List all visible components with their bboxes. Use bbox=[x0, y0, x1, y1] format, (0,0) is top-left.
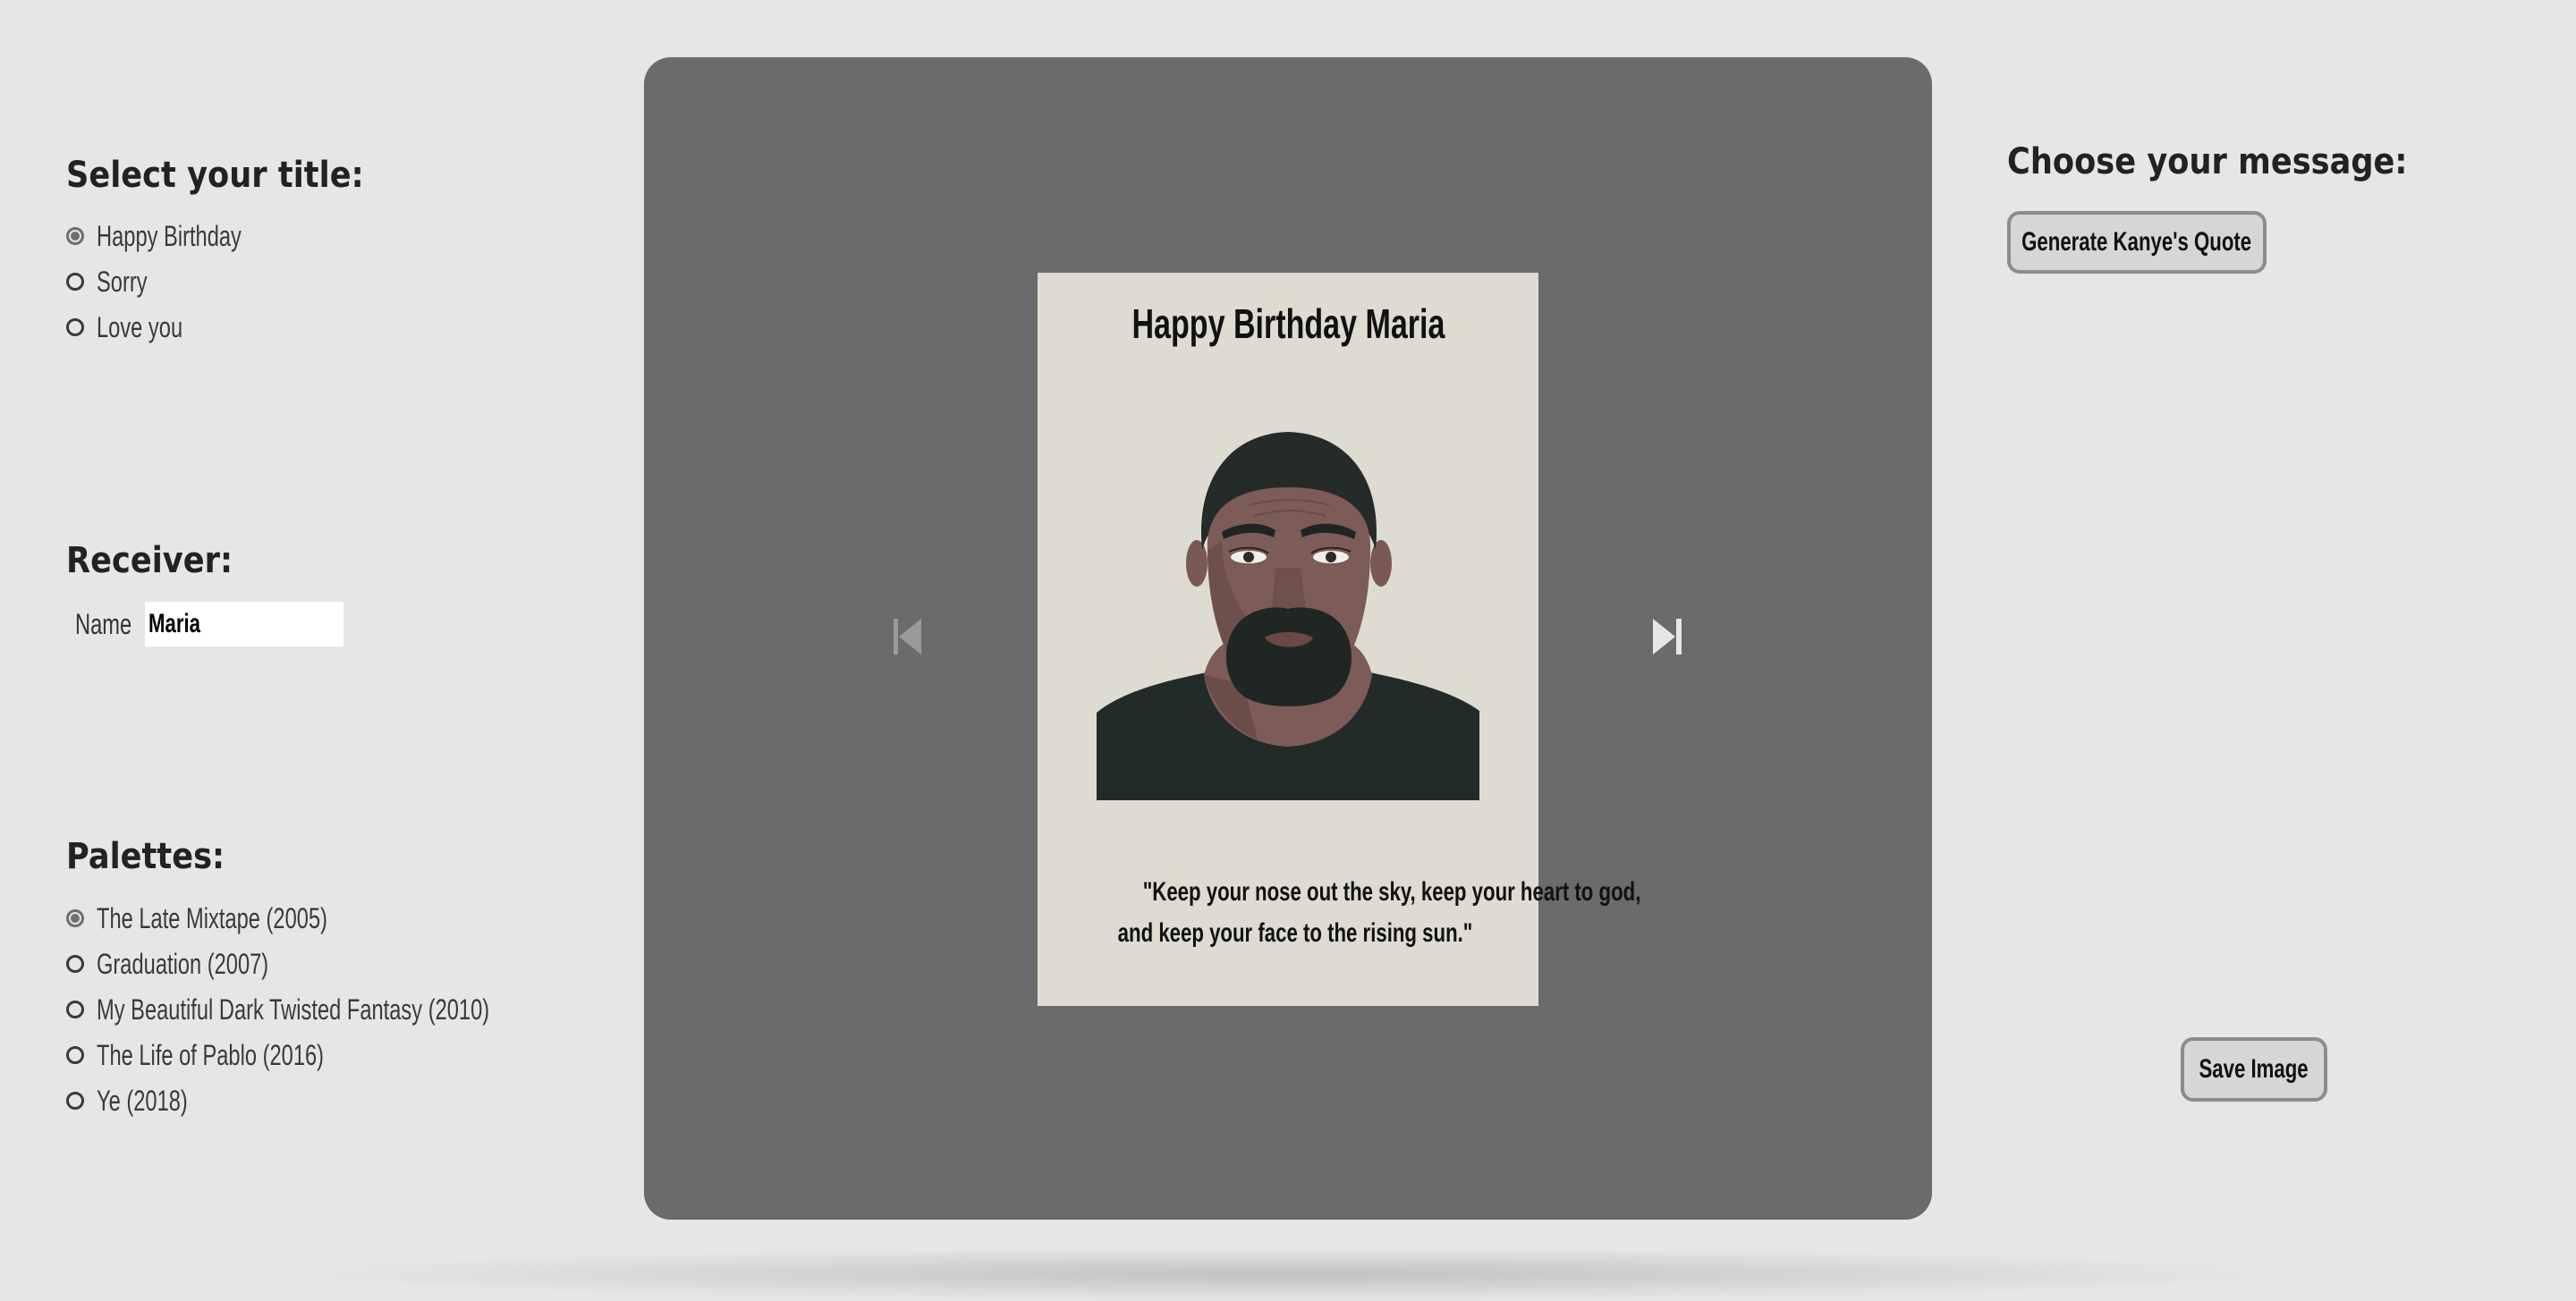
radio-button[interactable] bbox=[66, 1045, 84, 1064]
palette-option-graduation[interactable]: Graduation (2007) bbox=[66, 941, 627, 986]
radio-button[interactable] bbox=[66, 908, 84, 927]
title-option-happy-birthday[interactable]: Happy Birthday bbox=[66, 213, 292, 258]
title-section-heading: Select your title: bbox=[66, 155, 364, 196]
title-radio-group: Happy Birthday Sorry Love you bbox=[66, 213, 292, 350]
title-option-sorry[interactable]: Sorry bbox=[66, 258, 292, 304]
radio-label: The Late Mixtape (2005) bbox=[97, 901, 327, 934]
radio-label: Sorry bbox=[97, 265, 148, 298]
skip-next-icon bbox=[1653, 619, 1682, 655]
radio-button[interactable] bbox=[66, 1091, 84, 1110]
palette-option-life-of-pablo[interactable]: The Life of Pablo (2016) bbox=[66, 1032, 627, 1077]
radio-button[interactable] bbox=[66, 272, 84, 291]
next-card-button[interactable] bbox=[1649, 617, 1685, 656]
receiver-name-input[interactable]: Maria bbox=[145, 602, 343, 646]
palette-option-late-mixtape[interactable]: The Late Mixtape (2005) bbox=[66, 895, 627, 941]
previous-card-button[interactable] bbox=[891, 617, 927, 656]
radio-label: The Life of Pablo (2016) bbox=[97, 1038, 325, 1071]
palette-radio-group: The Late Mixtape (2005) Graduation (2007… bbox=[66, 895, 627, 1123]
radio-label: Love you bbox=[97, 310, 183, 343]
kanye-portrait bbox=[1097, 432, 1479, 800]
receiver-name-row: Name Maria bbox=[75, 602, 343, 646]
receiver-heading: Receiver: bbox=[66, 540, 233, 581]
skip-previous-icon bbox=[894, 619, 921, 655]
palette-option-mbdtf[interactable]: My Beautiful Dark Twisted Fantasy (2010) bbox=[66, 986, 627, 1032]
card-quote: "Keep your nose out the sky, keep your h… bbox=[1117, 877, 1641, 948]
radio-label: Ye (2018) bbox=[97, 1084, 188, 1117]
greeting-card: Happy Birthday Maria "Keep your nose out… bbox=[1038, 273, 1641, 1006]
title-option-love-you[interactable]: Love you bbox=[66, 304, 292, 350]
stage-shadow bbox=[286, 1247, 2290, 1301]
radio-label: My Beautiful Dark Twisted Fantasy (2010) bbox=[97, 993, 490, 1026]
palettes-heading: Palettes: bbox=[66, 836, 225, 877]
palette-option-ye[interactable]: Ye (2018) bbox=[66, 1077, 627, 1123]
name-label: Name bbox=[75, 607, 132, 640]
radio-button[interactable] bbox=[66, 954, 84, 973]
radio-label: Graduation (2007) bbox=[97, 947, 269, 980]
message-heading: Choose your message: bbox=[2007, 141, 2408, 182]
generate-quote-button[interactable]: Generate Kanye's Quote bbox=[2007, 211, 2267, 274]
radio-button[interactable] bbox=[66, 317, 84, 336]
save-image-button[interactable]: Save Image bbox=[2181, 1037, 2327, 1102]
radio-label: Happy Birthday bbox=[97, 219, 242, 252]
card-title: Happy Birthday Maria bbox=[1131, 300, 1445, 347]
radio-button[interactable] bbox=[66, 1000, 84, 1018]
radio-button[interactable] bbox=[66, 226, 84, 245]
